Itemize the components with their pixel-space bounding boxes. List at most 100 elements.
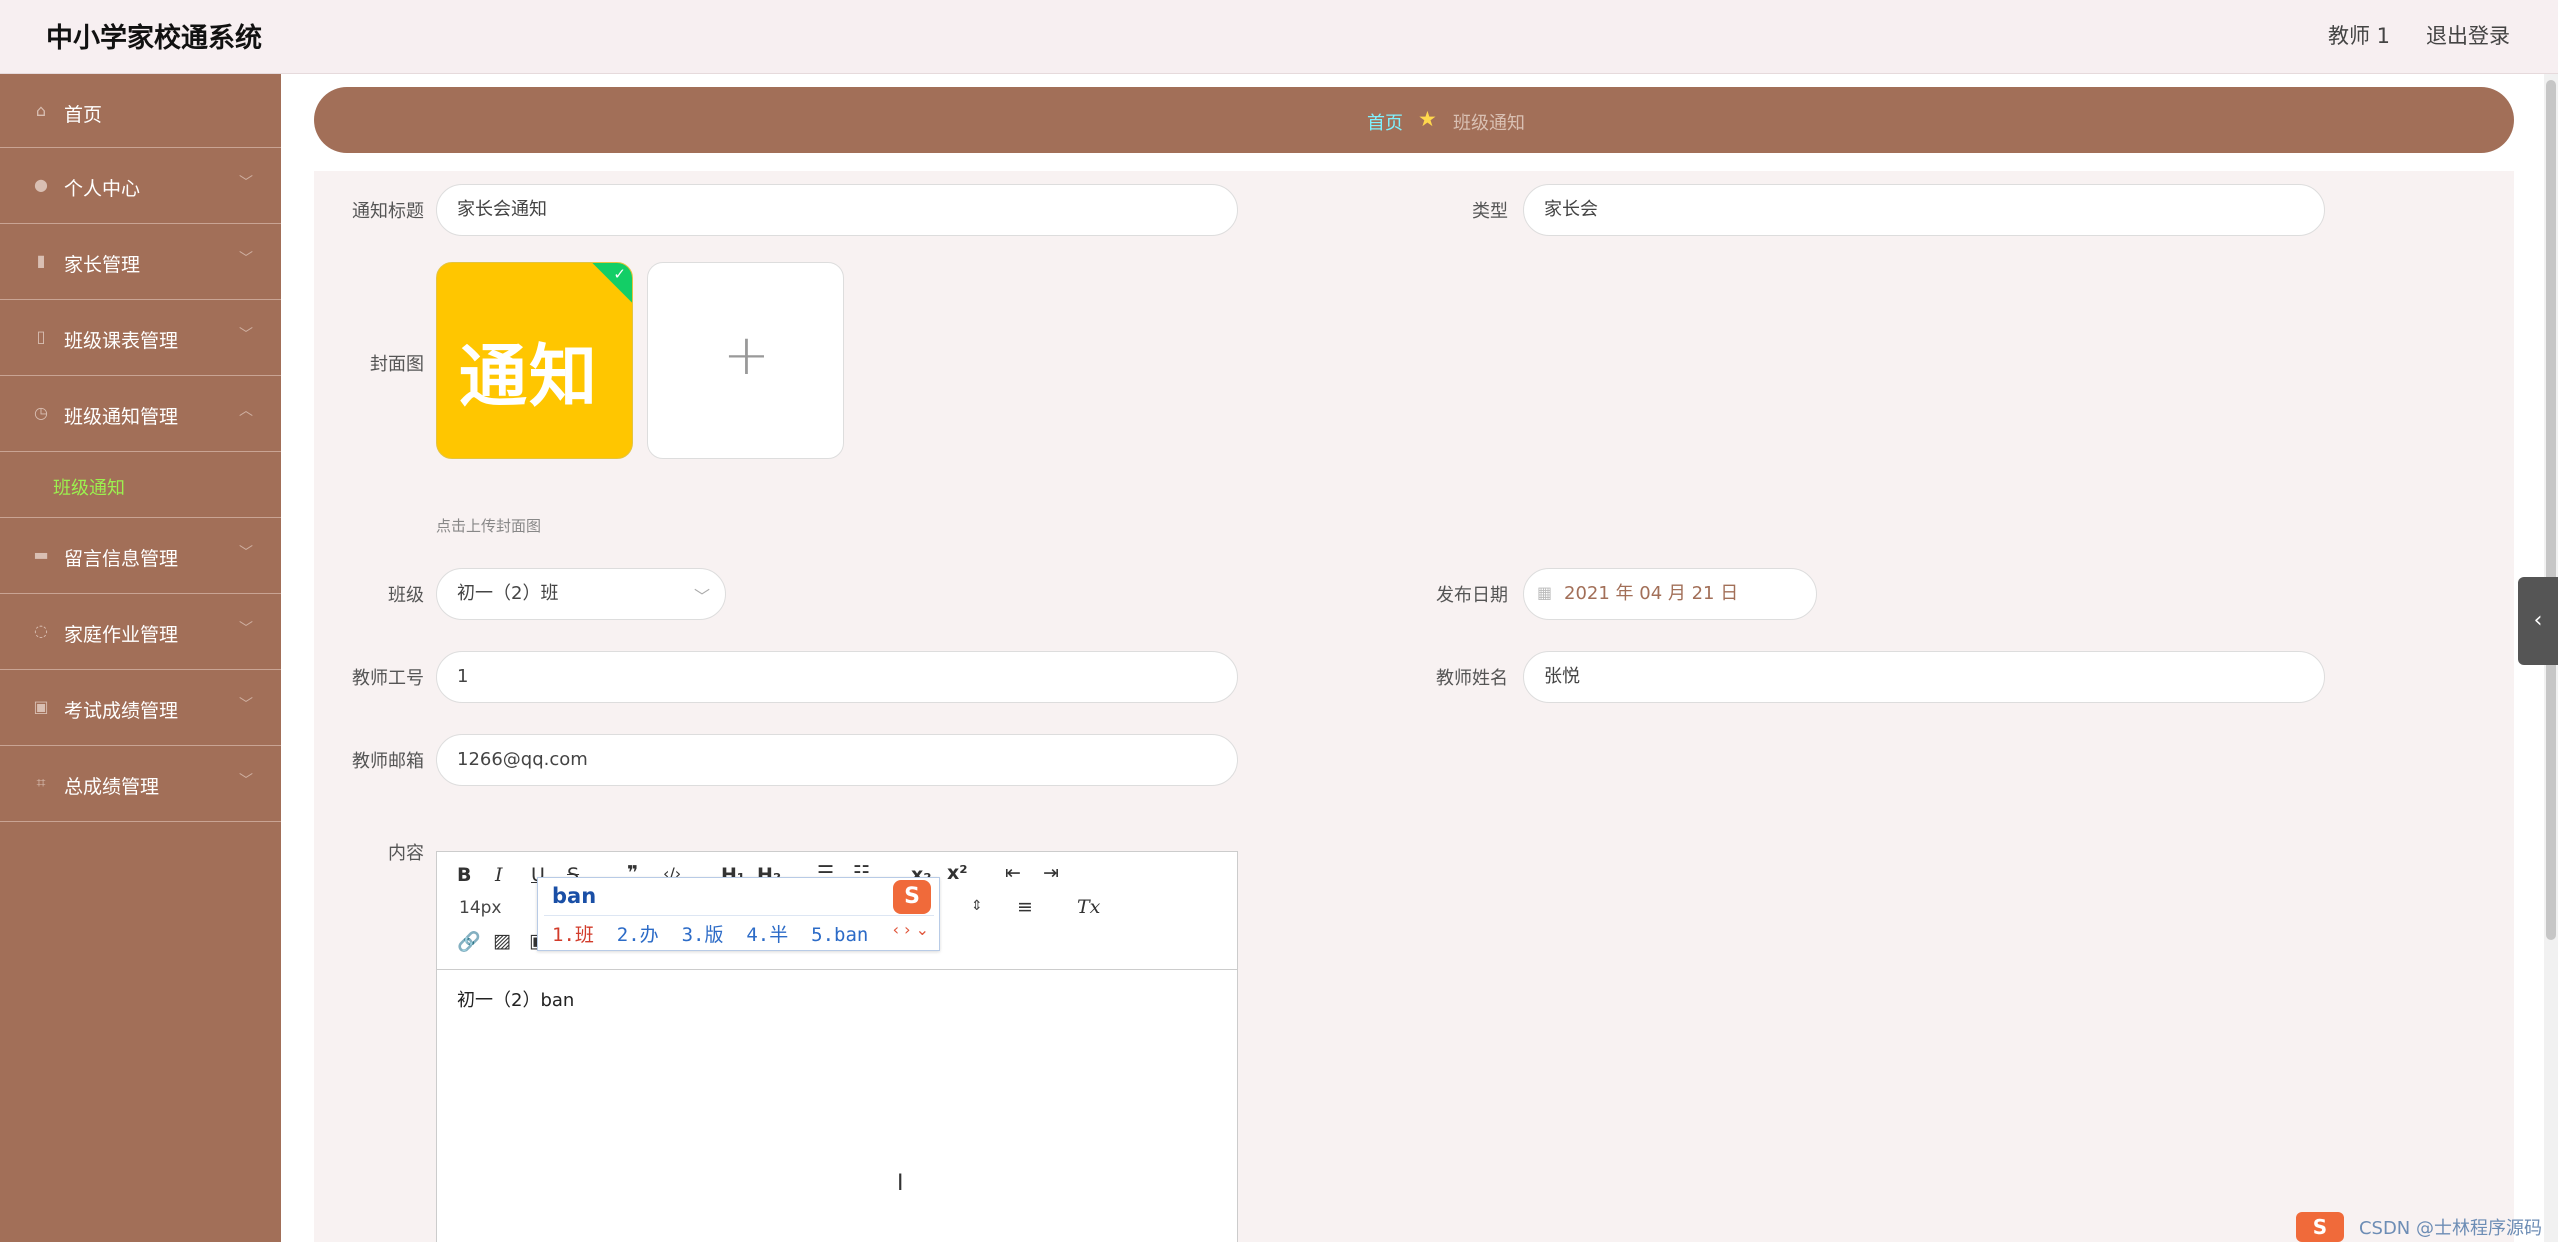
clear-format-icon[interactable]: Tx [1077,896,1100,918]
editor-content[interactable]: 初一（2）ban [457,986,574,1012]
date-label: 发布日期 [1436,585,1508,606]
clock-icon: ◷ [34,403,48,422]
chevron-down-icon: ﹀ [239,175,253,191]
ime-candidate[interactable]: 1.班 [552,924,594,946]
type-label: 类型 [1472,201,1508,222]
sidebar-item-label: 首页 [64,104,103,126]
sidebar-item-home[interactable]: ⌂ 首页 [0,74,281,148]
chevron-down-icon: ﹀ [239,251,253,267]
sidebar-item-label: 家庭作业管理 [64,624,179,646]
chevron-updown-icon: ⇕ [971,898,983,914]
email-input[interactable]: 1266@qq.com [436,734,1238,786]
sidebar-subitem-label: 班级通知 [53,478,125,499]
image-icon[interactable]: ▨ [493,930,511,952]
sidebar-item-exams[interactable]: ▣ 考试成绩管理 ﹀ [0,670,281,746]
sidebar-item-personal[interactable]: ● 个人中心 ﹀ [0,148,281,224]
breadcrumb: 首页 ★ 班级通知 [314,87,2514,153]
chevron-left-icon[interactable]: ‹ [2518,577,2558,665]
date-input[interactable]: 2021 年 04 月 21 日 [1523,568,1817,620]
home-icon: ⌂ [35,101,47,120]
teacher-name-input[interactable]: 张悦 [1523,651,2325,703]
bold-icon[interactable]: B [457,864,471,886]
clipboard-icon: ▣ [33,697,49,716]
cover-label: 封面图 [370,354,424,375]
class-label: 班级 [388,585,424,606]
teacher-name-label: 教师姓名 [1436,668,1508,689]
chevron-down-icon: ﹀ [239,773,253,789]
calendar-icon: ▦ [1537,583,1553,602]
sidebar-item-label: 个人中心 [64,178,141,200]
check-icon: ✓ [613,265,626,283]
sidebar-item-label: 考试成绩管理 [64,700,179,722]
current-user[interactable]: 教师 1 [2328,20,2390,50]
outdent-icon[interactable]: ⇤ [1005,862,1021,884]
indent-icon[interactable]: ⇥ [1043,862,1059,884]
sidebar-item-notices[interactable]: ◷ 班级通知管理 ︿ [0,376,281,452]
top-bar: 中小学家校通系统 教师 1 退出登录 [0,0,2558,74]
text-cursor-icon: I [897,1171,904,1196]
ime-candidates: 1.班 2.办 3.版 4.半 5.ban [552,920,868,947]
sidebar-item-label: 班级通知管理 [64,406,179,428]
sidebar-item-label: 总成绩管理 [64,776,160,798]
crop-icon: ⌗ [36,773,46,792]
ime-divider [544,915,934,916]
ime-candidate[interactable]: 2.办 [617,924,659,946]
sidebar: ⌂ 首页 ● 个人中心 ﹀ ▮ 家长管理 ﹀ ▯ 班级课表管理 ﹀ ◷ 班级通知… [0,74,281,1242]
watermark: CSDN @士林程序源码 [2358,1218,2542,1239]
chevron-down-icon: ﹀ [694,587,711,606]
form-panel: 通知标题 家长会通知 类型 家长会 封面图 通知 ✓ + 点击上传封面图 班级 … [314,171,2514,1242]
chart-icon: ▮ [36,251,46,270]
sidebar-item-total-scores[interactable]: ⌗ 总成绩管理 ﹀ [0,746,281,822]
font-size-select[interactable]: 14px [459,898,501,918]
email-label: 教师邮箱 [352,751,424,772]
ime-candidate[interactable]: 3.版 [682,924,724,946]
ime-candidate[interactable]: 4.半 [746,924,788,946]
teacher-id-label: 教师工号 [352,668,424,689]
sidebar-item-schedule[interactable]: ▯ 班级课表管理 ﹀ [0,300,281,376]
scrollbar-thumb[interactable] [2546,80,2556,940]
type-input[interactable]: 家长会 [1523,184,2325,236]
ime-candidate[interactable]: 5.ban [811,924,868,946]
superscript-icon[interactable]: x² [947,862,968,884]
ime-nav-icon[interactable]: ‹ › ⌄ [893,920,929,939]
main-content: 首页 ★ 班级通知 通知标题 家长会通知 类型 家长会 封面图 通知 ✓ + 点… [281,74,2558,1242]
ime-logo: S [893,880,931,914]
chevron-down-icon: ﹀ [239,621,253,637]
title-input[interactable]: 家长会通知 [436,184,1238,236]
sidebar-item-homework[interactable]: ◌ 家庭作业管理 ﹀ [0,594,281,670]
sidebar-subitem-class-notice[interactable]: 班级通知 [0,452,281,518]
mic-icon: ▯ [36,327,46,346]
user-icon: ● [34,175,48,194]
ime-candidate-popup: ban S 1.班 2.办 3.版 4.半 5.ban ‹ › ⌄ [537,877,940,951]
chevron-down-icon: ﹀ [239,327,253,343]
ime-tray-icon[interactable]: S [2296,1212,2344,1242]
upload-button[interactable]: + [647,262,844,459]
ime-composition: ban [552,884,597,908]
title-label: 通知标题 [352,201,424,222]
chevron-up-icon: ︿ [239,403,253,419]
cover-image[interactable]: 通知 ✓ [436,262,633,459]
sidebar-item-messages[interactable]: ▬ 留言信息管理 ﹀ [0,518,281,594]
breadcrumb-current: 班级通知 [1453,113,1525,134]
link-icon[interactable]: 🔗 [457,930,481,953]
teacher-id-input[interactable]: 1 [436,651,1238,703]
italic-icon[interactable]: I [495,864,503,886]
app-title: 中小学家校通系统 [46,23,262,54]
breadcrumb-home[interactable]: 首页 [1367,109,1403,135]
chevron-down-icon: ﹀ [239,545,253,561]
content-label: 内容 [388,843,424,864]
chevron-down-icon: ﹀ [239,697,253,713]
ticket-icon: ▬ [33,545,49,564]
star-icon: ★ [1418,107,1437,131]
sidebar-item-label: 家长管理 [64,254,141,276]
cover-hint: 点击上传封面图 [436,517,542,535]
class-select[interactable]: 初一（2）班 [436,568,726,620]
sidebar-item-label: 留言信息管理 [64,548,179,570]
logout-link[interactable]: 退出登录 [2426,20,2510,50]
plus-icon: + [723,323,770,388]
align-icon[interactable]: ≡ [1017,896,1033,918]
sidebar-item-label: 班级课表管理 [64,330,179,352]
cover-image-text: 通知 [459,337,600,417]
sidebar-item-parents[interactable]: ▮ 家长管理 ﹀ [0,224,281,300]
power-icon: ◌ [34,621,48,640]
